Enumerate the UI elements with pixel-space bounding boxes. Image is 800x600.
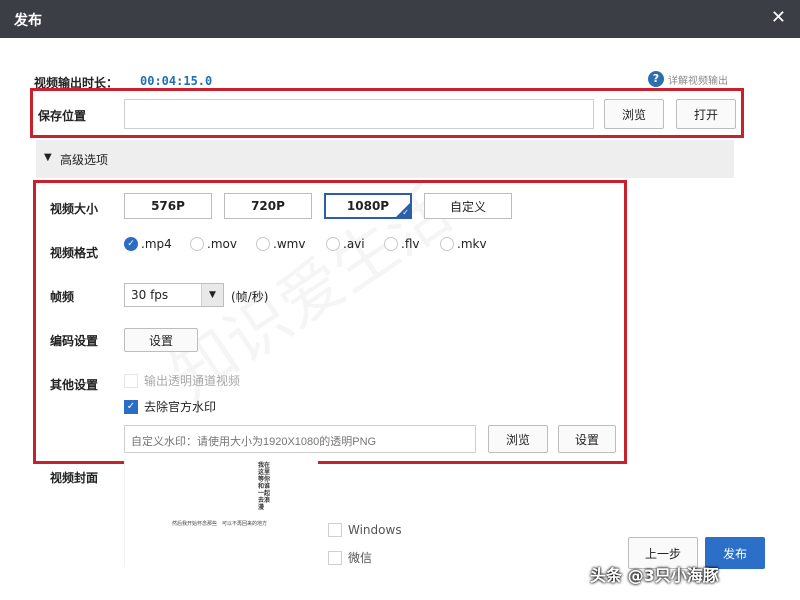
checkbox-unchecked-icon[interactable] — [328, 523, 342, 537]
fps-unit: (帧/秒) — [231, 290, 269, 304]
title-bar: 发布 ✕ — [0, 0, 800, 38]
duration-value: 00:04:15.0 — [140, 74, 213, 88]
share-wechat-option[interactable]: 微信 — [328, 549, 372, 566]
window-title: 发布 — [14, 13, 42, 29]
browse-button[interactable]: 浏览 — [604, 99, 664, 129]
format-mov-radio[interactable]: .mov — [190, 237, 237, 251]
cover-thumbnail[interactable] — [124, 458, 318, 566]
format-mkv-radio[interactable]: .mkv — [440, 237, 487, 251]
format-wmv-radio[interactable]: .wmv — [256, 237, 305, 251]
video-format-label: 视频格式 — [50, 246, 99, 260]
triangle-down-icon[interactable]: ▼ — [201, 284, 223, 306]
watermark-browse-button[interactable]: 浏览 — [488, 425, 548, 453]
format-flv-radio[interactable]: .flv — [384, 237, 419, 251]
cover-text-line1: 然后我开始怀念那些 — [172, 521, 218, 527]
radio-unchecked-icon — [326, 237, 340, 251]
radio-unchecked-icon — [384, 237, 398, 251]
share-windows-option[interactable]: Windows — [328, 523, 402, 537]
save-path-input[interactable] — [124, 99, 594, 129]
advanced-section-highlight — [33, 180, 627, 464]
remove-watermark-option[interactable]: ✓ 去除官方水印 — [124, 398, 216, 415]
size-1080p-button[interactable]: 1080P ✓ — [324, 193, 412, 219]
save-location-label: 保存位置 — [38, 109, 87, 123]
size-custom-button[interactable]: 自定义 — [424, 193, 512, 219]
format-avi-radio[interactable]: .avi — [326, 237, 365, 251]
close-icon[interactable]: ✕ — [771, 7, 786, 28]
radio-unchecked-icon — [256, 237, 270, 251]
fps-label: 帧频 — [50, 290, 75, 304]
encoding-label: 编码设置 — [50, 334, 99, 348]
fps-value: 30 fps — [131, 288, 169, 302]
format-mp4-radio[interactable]: ✓ .mp4 — [124, 237, 172, 251]
encoding-settings-button[interactable]: 设置 — [124, 328, 198, 352]
radio-unchecked-icon — [440, 237, 454, 251]
other-settings-label: 其他设置 — [50, 378, 99, 392]
alpha-channel-option[interactable]: 输出透明通道视频 — [124, 372, 240, 389]
size-576p-button[interactable]: 576P — [124, 193, 212, 219]
video-size-label: 视频大小 — [50, 202, 99, 216]
advanced-options-bar[interactable] — [36, 140, 734, 178]
watermark-settings-button[interactable]: 设置 — [558, 425, 616, 453]
radio-checked-icon: ✓ — [124, 237, 138, 251]
open-folder-button[interactable]: 打开 — [676, 99, 736, 129]
video-cover-label: 视频封面 — [50, 471, 99, 485]
help-label: 详解视频输出 — [668, 75, 728, 87]
fps-select[interactable]: 30 fps ▼ — [124, 283, 224, 307]
help-icon: ? — [648, 71, 664, 87]
custom-watermark-input[interactable] — [124, 425, 476, 453]
source-watermark: 头条 @3只小海豚 — [590, 566, 719, 585]
triangle-down-icon[interactable]: ▼ — [44, 152, 52, 163]
checkbox-checked-icon[interactable]: ✓ — [124, 399, 138, 414]
checkbox-unchecked-icon[interactable] — [328, 550, 342, 565]
checkbox-disabled-icon — [124, 373, 138, 388]
radio-unchecked-icon — [190, 237, 204, 251]
check-icon: ✓ — [402, 208, 409, 217]
help-link[interactable]: ? 详解视频输出 — [648, 71, 728, 87]
cover-text-line2: 可以不再回来的地方 — [222, 521, 268, 527]
advanced-options-label[interactable]: 高级选项 — [60, 151, 108, 168]
cover-vertical-text: 我在这里等你和谁一起去浪漫 — [258, 462, 271, 511]
size-720p-button[interactable]: 720P — [224, 193, 312, 219]
